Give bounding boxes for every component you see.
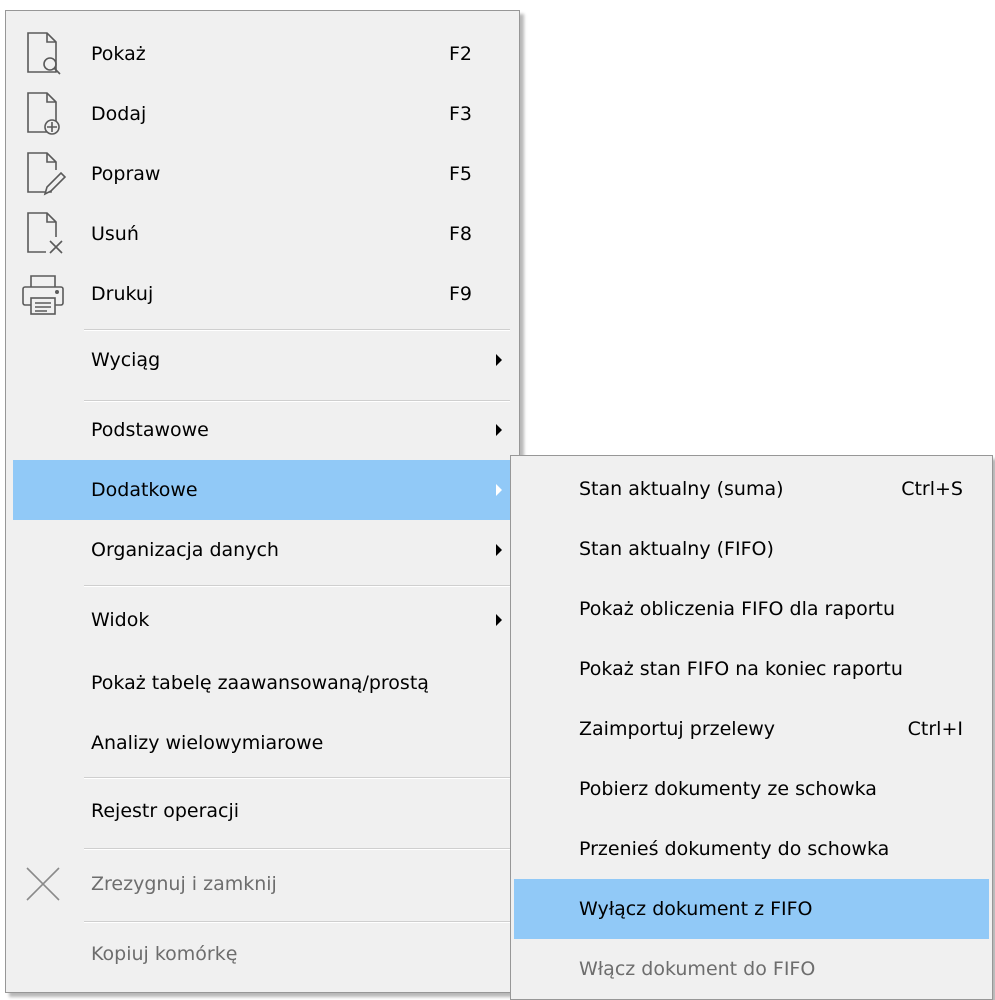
submenu-item-wylacz-dokument[interactable]: Wyłącz dokument z FIFO — [514, 879, 989, 939]
menu-item-widok[interactable]: Widok — [13, 590, 512, 650]
document-edit-icon — [19, 150, 67, 198]
menu-item-label: Pokaż obliczenia FIFO dla raportu — [579, 598, 896, 620]
menu-item-label: Włącz dokument do FIFO — [579, 958, 816, 980]
menu-separator — [84, 921, 510, 923]
submenu-item-pokaz-obliczenia-fifo[interactable]: Pokaż obliczenia FIFO dla raportu — [514, 579, 989, 639]
submenu-arrow-icon — [496, 544, 502, 556]
document-add-icon — [19, 90, 67, 138]
submenu-item-zaimportuj-przelewy[interactable]: Zaimportuj przelewy Ctrl+I — [514, 699, 989, 759]
menu-item-usun[interactable]: Usuń F8 — [13, 204, 512, 264]
document-search-icon — [19, 30, 67, 78]
menu-item-label: Podstawowe — [91, 419, 209, 441]
menu-item-label: Pokaż — [91, 43, 146, 65]
menu-item-label: Dodaj — [91, 103, 147, 125]
menu-item-label: Wyciąg — [91, 349, 161, 371]
submenu-item-przenies-dokumenty[interactable]: Przenieś dokumenty do schowka — [514, 819, 989, 879]
close-x-icon — [19, 860, 67, 908]
submenu-item-pobierz-dokumenty[interactable]: Pobierz dokumenty ze schowka — [514, 759, 989, 819]
menu-item-label: Zrezygnuj i zamknij — [91, 873, 277, 895]
menu-item-podstawowe[interactable]: Podstawowe — [13, 400, 512, 460]
menu-item-organizacja-danych[interactable]: Organizacja danych — [13, 520, 512, 580]
menu-item-label: Stan aktualny (FIFO) — [579, 538, 774, 560]
submenu-item-wlacz-dokument[interactable]: Włącz dokument do FIFO — [514, 939, 989, 999]
menu-item-dodaj[interactable]: Dodaj F3 — [13, 84, 512, 144]
menu-item-kopiuj-komorke[interactable]: Kopiuj komórkę — [13, 924, 512, 984]
submenu-item-stan-aktualny-fifo[interactable]: Stan aktualny (FIFO) — [514, 519, 989, 579]
menu-separator — [84, 777, 510, 779]
menu-item-label: Wyłącz dokument z FIFO — [579, 898, 813, 920]
menu-item-rejestr-operacji[interactable]: Rejestr operacji — [13, 781, 512, 841]
menu-item-label: Kopiuj komórkę — [91, 943, 238, 965]
menu-item-label: Zaimportuj przelewy — [579, 718, 776, 740]
menu-item-label: Pokaż stan FIFO na koniec raportu — [579, 658, 903, 680]
menu-item-drukuj[interactable]: Drukuj F9 — [13, 264, 512, 324]
menu-item-shortcut: F3 — [449, 103, 473, 125]
menu-item-label: Drukuj — [91, 283, 154, 305]
printer-icon — [19, 270, 67, 318]
submenu-arrow-icon — [496, 424, 502, 436]
menu-item-dodatkowe[interactable]: Dodatkowe — [13, 460, 512, 520]
document-delete-icon — [19, 210, 67, 258]
menu-item-pokaz-tabele[interactable]: Pokaż tabelę zaawansowaną/prostą — [13, 653, 512, 713]
menu-item-label: Popraw — [91, 163, 161, 185]
menu-item-label: Widok — [91, 609, 150, 631]
menu-item-label: Analizy wielowymiarowe — [91, 732, 324, 754]
submenu-item-stan-aktualny-suma[interactable]: Stan aktualny (suma) Ctrl+S — [514, 459, 989, 519]
menu-item-label: Rejestr operacji — [91, 800, 240, 822]
menu-item-shortcut: F5 — [449, 163, 473, 185]
menu-item-analizy-wielowymiarowe[interactable]: Analizy wielowymiarowe — [13, 713, 512, 773]
menu-item-zrezygnuj-i-zamknij[interactable]: Zrezygnuj i zamknij — [13, 854, 512, 914]
menu-item-shortcut: Ctrl+S — [901, 478, 963, 500]
menu-separator — [84, 848, 510, 850]
menu-item-label: Stan aktualny (suma) — [579, 478, 784, 500]
submenu-arrow-icon — [496, 484, 502, 496]
menu-item-wyciag[interactable]: Wyciąg — [13, 330, 512, 390]
menu-item-shortcut: F8 — [449, 223, 473, 245]
menu-item-label: Usuń — [91, 223, 139, 245]
context-menu: Pokaż F2 Dodaj F3 Popraw F5 Usuń F8 Druk… — [5, 10, 520, 993]
menu-item-label: Pokaż tabelę zaawansowaną/prostą — [91, 672, 429, 694]
menu-item-label: Pobierz dokumenty ze schowka — [579, 778, 877, 800]
menu-item-pokaz[interactable]: Pokaż F2 — [13, 24, 512, 84]
menu-separator — [84, 585, 510, 587]
submenu-arrow-icon — [496, 614, 502, 626]
submenu-arrow-icon — [496, 354, 502, 366]
menu-item-label: Organizacja danych — [91, 539, 279, 561]
submenu-item-pokaz-stan-fifo[interactable]: Pokaż stan FIFO na koniec raportu — [514, 639, 989, 699]
submenu-dodatkowe: Stan aktualny (suma) Ctrl+S Stan aktualn… — [510, 455, 993, 1000]
menu-item-shortcut: F9 — [449, 283, 473, 305]
menu-item-shortcut: F2 — [449, 43, 473, 65]
menu-item-label: Dodatkowe — [91, 479, 198, 501]
menu-item-label: Przenieś dokumenty do schowka — [579, 838, 890, 860]
menu-item-shortcut: Ctrl+I — [907, 718, 963, 740]
menu-item-popraw[interactable]: Popraw F5 — [13, 144, 512, 204]
